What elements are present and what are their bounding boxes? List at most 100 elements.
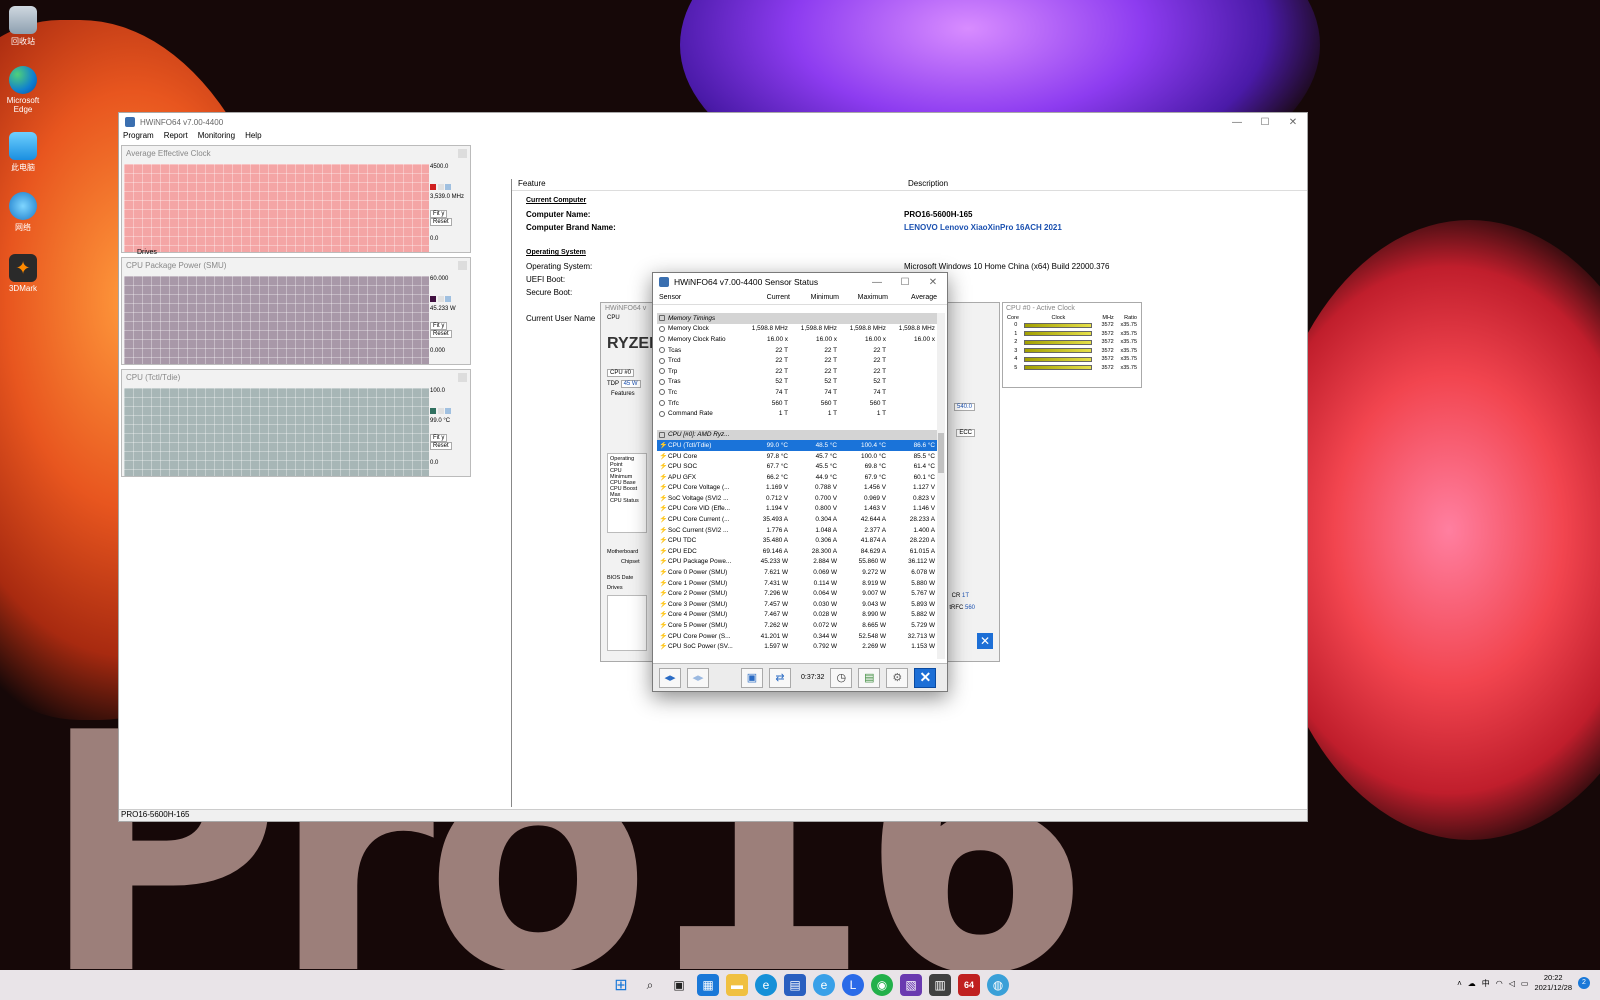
sensor-row[interactable]: Memory Clock Ratio 16.00 x 16.00 x 16.00 x 1… [657,334,937,345]
minimize-icon[interactable]: — [863,277,891,288]
sensor-row[interactable]: ⚡ CPU Core VID (Effe... 1.194 V 0.800 V 1.46… [657,504,937,515]
fit-y-button[interactable]: Fit y [430,322,448,330]
sensor-row[interactable]: Tcas 22 T 22 T 22 T [657,345,937,356]
desktop-icon-recycle-bin[interactable]: 回收站 [6,6,40,47]
minimize-icon[interactable]: — [1223,117,1251,128]
sensor-row[interactable]: ⚡ CPU (Tctl/Tdie) 99.0 °C 48.5 °C 100.4 °C 86… [657,440,937,451]
sensor-row[interactable]: ⚡ Core 5 Power (SMU) 7.262 W 0.072 W 8.665 W… [657,620,937,631]
lenovo-app-icon[interactable]: L [842,974,864,996]
sensor-row[interactable]: ⚡ Core 0 Power (SMU) 7.621 W 0.069 W 9.272 W… [657,567,937,578]
desktop-icon-this-pc[interactable]: 此电脑 [6,132,40,173]
navigate-right-icon[interactable]: ◂▸ [687,667,709,688]
sensor-row[interactable]: Trc 74 T 74 T 74 T [657,387,937,398]
reset-button[interactable]: Reset [430,218,452,226]
search-icon[interactable]: ⌕ [639,974,661,996]
sensor-row[interactable]: Trcd 22 T 22 T 22 T [657,355,937,366]
menu-program[interactable]: Program [123,131,154,145]
sensor-app-icon[interactable]: ▥ [929,974,951,996]
chevron-up-icon[interactable]: ˄ [1457,979,1462,988]
edge-icon[interactable]: e [755,974,777,996]
taskbar-clock[interactable]: 20:22 2021/12/28 [1534,973,1572,993]
start-windows-icon[interactable]: ⊞ [610,974,632,996]
task-view-icon[interactable]: ▣ [668,974,690,996]
sensor-row[interactable]: Trp 22 T 22 T 22 T [657,366,937,377]
sensor-row[interactable]: ⚡ CPU EDC 69.146 A 28.300 A 84.629 A 61.015 A [657,546,937,557]
sensor-group-row[interactable]: CPU [#0]: AMD Ryz... [657,429,937,441]
desktop-icon-network[interactable]: 网络 [6,192,40,233]
sensor-row[interactable]: ⚡ CPU Package Powe... 45.233 W 2.884 W 55.86… [657,557,937,568]
menu-help[interactable]: Help [245,131,261,145]
clock-reset-icon[interactable]: ◷ [830,667,853,688]
close-icon[interactable] [458,261,467,270]
network-globe-icon[interactable]: ◍ [987,974,1009,996]
close-icon[interactable] [458,373,467,382]
sensor-row[interactable]: ⚡ CPU Core Current (... 35.493 A 0.304 A 42.… [657,514,937,525]
sensor-row[interactable]: ⚡ CPU Core Power (S... 41.201 W 0.344 W 52.5… [657,631,937,642]
sensor-row[interactable]: Memory Clock 1,598.8 MHz 1,598.8 MHz 1,598.… [657,324,937,335]
onedrive-icon[interactable]: ☁ [1468,979,1476,988]
header-minimum[interactable]: Minimum [790,294,839,301]
sensor-row[interactable]: ⚡ CPU TDC 35.480 A 0.306 A 41.874 A 28.220 A [657,535,937,546]
scrollbar-thumb[interactable] [938,433,944,473]
maximize-icon[interactable]: ☐ [1251,117,1279,128]
battery-icon[interactable]: ▭ [1521,979,1529,988]
sensor-row[interactable]: ⚡ CPU SOC 67.7 °C 45.5 °C 69.8 °C 61.4 °C [657,461,937,472]
tree-item-drives[interactable]: Drives [137,249,157,256]
menu-report[interactable]: Report [164,131,188,145]
store-icon[interactable]: ▤ [784,974,806,996]
volume-icon[interactable]: ◁ [1509,979,1515,988]
sensor-row[interactable]: ⚡ SoC Current (SVI2 ... 1.776 A 1.048 A 2.37… [657,525,937,536]
close-icon[interactable]: ✕ [977,633,993,649]
close-icon[interactable]: ✕ [919,277,947,288]
wifi-icon[interactable]: ◠ [1496,979,1503,988]
sensor-row[interactable]: ⚡ CPU SoC Power (SV... 1.597 W 0.792 W 2.269… [657,641,937,652]
network-sensors-icon[interactable]: ▣ [741,667,763,688]
fit-y-button[interactable]: Fit y [430,434,448,442]
desktop-icon-3dmark[interactable]: ✦ 3DMark [6,254,40,293]
sensor-row[interactable]: ⚡ CPU Core 97.8 °C 45.7 °C 100.0 °C 85.5 °C [657,451,937,462]
ime-indicator[interactable]: 中 [1482,978,1490,989]
sensor-row[interactable]: ⚡ CPU Core Voltage (... 1.169 V 0.788 V 1.45… [657,483,937,494]
reset-button[interactable]: Reset [430,442,452,450]
navigate-left-icon[interactable]: ◂▸ [659,667,681,688]
header-average[interactable]: Average [888,294,937,301]
sensor-row[interactable]: ⚡ Core 1 Power (SMU) 7.431 W 0.114 W 8.919 W… [657,578,937,589]
sensor-row[interactable]: ⚡ SoC Voltage (SVI2 ... 0.712 V 0.700 V 0.96… [657,493,937,504]
main-titlebar[interactable]: HWiNFO64 v7.00-4400 — ☐ ✕ [119,113,1307,131]
logging-icon[interactable]: ▤ [858,667,881,688]
cpu-select-dropdown[interactable]: CPU #0 [607,369,635,377]
wechat-icon[interactable]: ◉ [871,974,893,996]
reset-button[interactable]: Reset [430,330,452,338]
sensor-row[interactable]: ⚡ APU GFX 66.2 °C 44.9 °C 67.9 °C 60.1 °C [657,472,937,483]
settings-gear-icon[interactable]: ⚙ [886,667,909,688]
sensor-row[interactable]: ⚡ Core 2 Power (SMU) 7.296 W 0.064 W 9.007 W… [657,588,937,599]
close-sensors-button[interactable]: ✕ [914,667,937,688]
notification-badge[interactable]: 2 [1578,977,1590,989]
sensor-scrollbar[interactable] [937,313,945,659]
widgets-icon[interactable]: ▦ [697,974,719,996]
sensor-group-row[interactable]: Memory Timings [657,313,937,324]
header-sensor[interactable]: Sensor [653,294,741,301]
close-icon[interactable]: ✕ [1279,117,1307,128]
sensor-row[interactable]: Tras 52 T 52 T 52 T [657,377,937,388]
description-column-header[interactable]: Description [908,179,948,190]
configure-layout-icon[interactable]: ⇄ [769,667,791,688]
maximize-icon[interactable]: ☐ [891,277,919,288]
sensor-maximum: 1 T [876,410,886,418]
sensor-row[interactable]: ⚡ Core 3 Power (SMU) 7.457 W 0.030 W 9.043 W… [657,599,937,610]
feature-column-header[interactable]: Feature [518,179,908,190]
close-icon[interactable] [458,149,467,158]
sensor-row[interactable]: Trfc 560 T 560 T 560 T [657,398,937,409]
sensor-titlebar[interactable]: HWiNFO64 v7.00-4400 Sensor Status — ☐ ✕ [653,273,947,291]
sensor-row[interactable]: Command Rate 1 T 1 T 1 T [657,408,937,419]
header-maximum[interactable]: Maximum [839,294,888,301]
fit-y-button[interactable]: Fit y [430,210,448,218]
file-explorer-icon[interactable]: ▬ [726,974,748,996]
menu-monitoring[interactable]: Monitoring [198,131,235,145]
ie-icon[interactable]: e [813,974,835,996]
sensor-row[interactable]: ⚡ Core 4 Power (SMU) 7.467 W 0.028 W 8.990 W… [657,610,937,621]
hwinfo-taskbar-icon[interactable]: 64 [958,974,980,996]
desktop-icon-edge[interactable]: Microsoft Edge [6,66,40,114]
cpu-app-icon[interactable]: ▧ [900,974,922,996]
header-current[interactable]: Current [741,294,790,301]
